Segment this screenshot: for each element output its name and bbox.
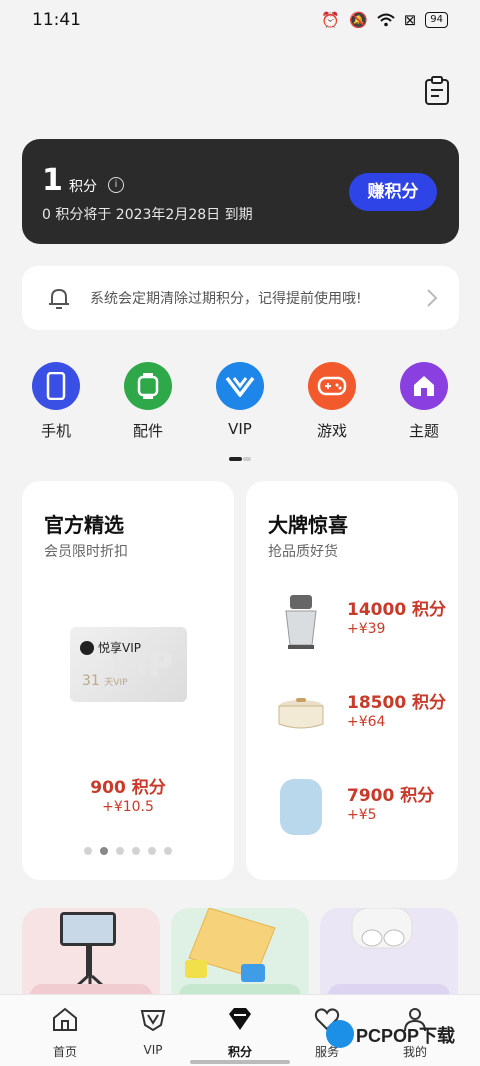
gamepad-icon xyxy=(308,362,356,410)
product-points: 7900 积分 xyxy=(347,786,435,806)
category-games[interactable]: 游戏 xyxy=(297,362,367,441)
category-page-indicator xyxy=(229,457,251,461)
earn-points-button[interactable]: 赚积分 xyxy=(349,173,437,211)
alarm-icon: ⏰ xyxy=(321,11,340,29)
phone-icon xyxy=(32,362,80,410)
vip-card-days: 31 天VIP xyxy=(82,673,128,689)
promo-tile[interactable] xyxy=(171,908,309,1008)
product-cash: +¥5 xyxy=(347,807,377,823)
category-label: 配件 xyxy=(132,422,163,440)
product-points: 900 积分 xyxy=(90,778,166,798)
bell-icon xyxy=(49,288,69,309)
pcpop-logo xyxy=(326,1020,354,1048)
official-selection-panel[interactable]: 官方精选 会员限时折扣 VIP 悦享VIP 31 天VIP 900 积分 +¥1… xyxy=(22,481,234,880)
category-label: 主题 xyxy=(408,422,439,440)
points-card: 1 积分 i 0 积分将于 2023年2月28日 到期 赚积分 xyxy=(22,139,459,244)
product-points: 18500 积分 xyxy=(347,693,447,713)
category-accessories[interactable]: 配件 xyxy=(113,362,183,441)
promo-tile[interactable] xyxy=(22,908,160,1008)
vip-card-image: VIP 悦享VIP 31 天VIP xyxy=(70,627,187,702)
panel-title: 官方精选 xyxy=(44,513,124,537)
product-item[interactable]: 7900 积分 +¥5 xyxy=(274,777,454,837)
home-indicator[interactable] xyxy=(190,1060,290,1064)
status-bar: 11:41 ⏰ 🔕 ⊠ 94 xyxy=(0,0,480,40)
category-label: 游戏 xyxy=(316,422,347,440)
category-label: 手机 xyxy=(40,422,71,440)
category-vip[interactable]: VIP xyxy=(205,362,275,438)
panel-title: 大牌惊喜 xyxy=(268,513,348,537)
chevron-right-icon xyxy=(427,289,438,307)
food-processor-image xyxy=(285,595,317,649)
promo-tile[interactable] xyxy=(320,908,458,1008)
product-cash: +¥64 xyxy=(347,714,386,730)
category-phone[interactable]: 手机 xyxy=(21,362,91,441)
category-themes[interactable]: 主题 xyxy=(389,362,459,441)
status-icons: ⏰ 🔕 ⊠ 94 xyxy=(321,11,448,29)
points-value: 1 xyxy=(42,163,63,198)
nav-vip[interactable]: VIP xyxy=(123,1005,183,1057)
status-time: 11:41 xyxy=(32,10,81,30)
nav-label: 积分 xyxy=(227,1045,252,1059)
nav-points[interactable]: 积分 xyxy=(210,1005,270,1060)
category-label: VIP xyxy=(228,420,252,438)
product-cash: +¥10.5 xyxy=(102,799,154,815)
nav-label: 首页 xyxy=(52,1045,77,1059)
points-expire-text: 0 积分将于 2023年2月28日 到期 xyxy=(42,207,253,223)
brand-surprise-panel[interactable]: 大牌惊喜 抢品质好货 14000 积分 +¥39 18500 积分 +¥64 7… xyxy=(246,481,458,880)
vip-shield-icon xyxy=(140,1010,166,1032)
notice-bar[interactable]: 系统会定期清除过期积分，记得提前使用哦! xyxy=(22,266,459,330)
watermark-text: PCPOP下载 xyxy=(356,1026,456,1046)
vip-icon xyxy=(216,362,264,410)
product-item[interactable]: 14000 积分 +¥39 xyxy=(274,591,454,651)
battery-indicator: 94 xyxy=(425,12,448,28)
points-unit: 积分 xyxy=(69,179,97,195)
category-row: 手机 配件 VIP 游戏 主题 xyxy=(0,362,480,442)
pcpop-watermark: PCPOP下载 xyxy=(326,1016,476,1056)
wifi-icon xyxy=(377,13,395,27)
home-icon xyxy=(53,1007,77,1031)
product-cash: +¥39 xyxy=(347,621,386,637)
nav-home[interactable]: 首页 xyxy=(35,1005,95,1060)
info-icon[interactable]: i xyxy=(108,177,124,193)
smart-speaker-image xyxy=(280,779,322,835)
notice-text: 系统会定期清除过期积分，记得提前使用哦! xyxy=(90,291,362,307)
diamond-icon xyxy=(229,1008,251,1030)
sim-off-icon: ⊠ xyxy=(403,11,417,29)
product-points: 14000 积分 xyxy=(347,600,447,620)
product-item[interactable]: 18500 积分 +¥64 xyxy=(274,684,454,744)
clipboard-icon[interactable] xyxy=(424,76,450,106)
panel-subtitle: 抢品质好货 xyxy=(268,544,338,560)
panel-subtitle: 会员限时折扣 xyxy=(44,544,128,560)
watch-icon xyxy=(124,362,172,410)
hot-pot-image xyxy=(278,698,324,729)
mute-icon: 🔕 xyxy=(349,11,368,29)
vip-card-logo: 悦享VIP xyxy=(80,639,141,656)
home-theme-icon xyxy=(400,362,448,410)
carousel-indicator xyxy=(84,847,172,855)
nav-label: VIP xyxy=(143,1043,163,1057)
